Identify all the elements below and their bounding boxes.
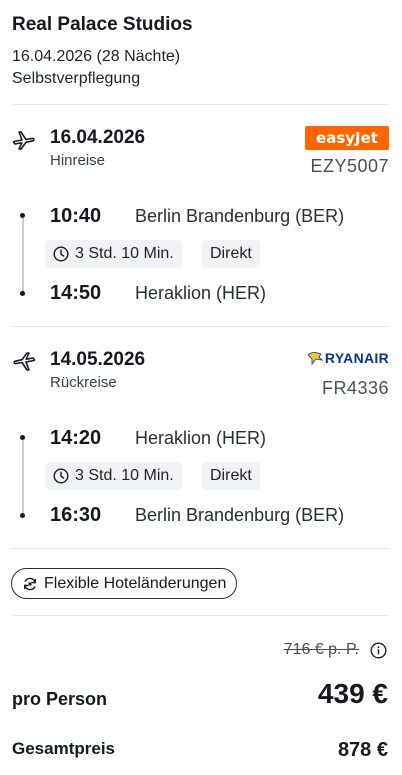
clock-icon	[53, 246, 69, 262]
inbound-arrival-airport: Berlin Brandenburg (BER)	[135, 505, 345, 525]
outbound-stops-chip: Direkt	[202, 240, 260, 268]
inbound-direction: Rückreise	[50, 374, 117, 391]
per-person-label: pro Person	[12, 689, 108, 709]
airline-logo-text: RYANAIR	[324, 350, 389, 366]
stops-text: Direkt	[210, 245, 252, 262]
flexible-hotel-changes-button[interactable]: Flexible Hoteländerungen	[11, 568, 238, 599]
outbound-arrival-airport: Heraklion (HER)	[135, 283, 267, 303]
flexible-hotel-changes-label: Flexible Hoteländerungen	[44, 574, 227, 592]
outbound-date: 16.04.2026	[50, 127, 146, 148]
info-icon[interactable]	[370, 642, 387, 659]
arrival-dot	[20, 291, 25, 296]
divider	[12, 548, 389, 549]
per-person-price: 439 €	[317, 678, 388, 709]
duration-text: 3 Std. 10 Min.	[75, 245, 174, 262]
plane-landing-icon	[13, 352, 36, 371]
duration-text: 3 Std. 10 Min.	[75, 467, 174, 484]
total-price-label: Gesamtpreis	[12, 739, 115, 758]
inbound-arrival-time: 16:30	[50, 504, 102, 526]
outbound-timeline	[22, 218, 24, 294]
departure-dot	[20, 435, 25, 440]
inbound-departure-time: 14:20	[50, 427, 102, 449]
inbound-duration-chip: 3 Std. 10 Min.	[45, 462, 182, 490]
outbound-flight-number: EZY5007	[310, 156, 389, 176]
hotel-summary: Real Palace Studios 16.04.2026 (28 Nächt…	[12, 12, 390, 90]
hotel-board: Selbstverpflegung	[12, 70, 141, 87]
plane-takeoff-icon	[12, 131, 35, 150]
outbound-header: 16.04.2026 Hinreise easyJet EZY5007	[12, 126, 389, 186]
stops-text: Direkt	[210, 467, 252, 484]
outbound-arrival-time: 14:50	[50, 282, 102, 304]
arrival-dot	[20, 513, 25, 518]
outbound-duration-chip: 3 Std. 10 Min.	[45, 240, 182, 268]
inbound-departure-airport: Heraklion (HER)	[135, 428, 267, 448]
divider	[12, 615, 389, 616]
inbound-header: 14.05.2026 Rückreise RYANAIR FR4336	[12, 348, 389, 408]
inbound-stops-chip: Direkt	[202, 462, 260, 490]
old-price-per-person: 716 € p. P.	[283, 641, 359, 658]
hotel-name: Real Palace Studios	[12, 14, 193, 35]
inbound-date: 14.05.2026	[50, 349, 146, 370]
outbound-departure-airport: Berlin Brandenburg (BER)	[135, 206, 345, 226]
outbound-departure-time: 10:40	[50, 205, 102, 227]
outbound-direction: Hinreise	[50, 152, 106, 169]
ryanair-logo: RYANAIR	[307, 348, 389, 368]
ryanair-harp-icon	[307, 352, 323, 365]
total-price: 878 €	[337, 739, 388, 761]
clock-icon	[53, 468, 69, 484]
departure-dot	[20, 213, 25, 218]
hotel-dates: 16.04.2026 (28 Nächte)	[12, 48, 181, 65]
divider	[12, 104, 389, 105]
inbound-flight-number: FR4336	[321, 378, 389, 398]
refresh-icon	[23, 577, 37, 590]
divider	[12, 326, 389, 327]
easyjet-logo: easyJet	[305, 126, 389, 150]
airline-logo-text: easyJet	[305, 126, 389, 150]
inbound-timeline	[22, 440, 24, 516]
